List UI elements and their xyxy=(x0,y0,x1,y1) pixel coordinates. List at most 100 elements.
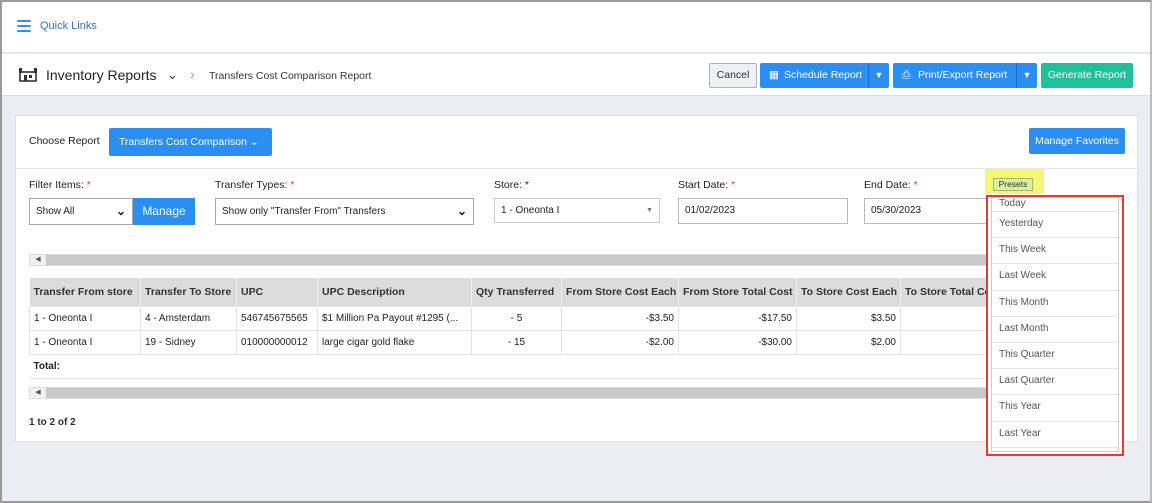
table-cell: -$17.50 xyxy=(678,305,797,331)
required-mark: * xyxy=(731,179,736,191)
pagination-summary: 1 to 2 of 2 xyxy=(29,417,76,428)
quick-links-link[interactable]: Quick Links xyxy=(40,20,97,32)
total-row: Total: xyxy=(29,354,1030,379)
presets-button[interactable]: Presets xyxy=(993,178,1033,191)
horizontal-scrollbar-top[interactable]: ◀ xyxy=(29,254,1029,266)
table-cell: $2.00 xyxy=(796,329,901,355)
preset-this-year[interactable]: This Year xyxy=(992,395,1118,422)
column-header[interactable]: UPC xyxy=(236,278,318,306)
table-header-row: Transfer From store Transfer To Store UP… xyxy=(29,278,1030,306)
table-cell: $3.50 xyxy=(796,305,901,331)
chevron-down-icon: ⌄ xyxy=(249,136,259,148)
end-date-input[interactable]: 05/30/2023 xyxy=(864,198,994,224)
store-select[interactable]: 1 - Oneonta I ▼ xyxy=(494,198,660,223)
print-dropdown-toggle[interactable]: ▼ xyxy=(1016,63,1037,88)
table-cell: 4 - Amsterdam xyxy=(140,305,237,331)
table-row[interactable]: 1 - Oneonta I 19 - Sidney 010000000012 l… xyxy=(29,329,1030,355)
presets-menu: Today Yesterday This Week Last Week This… xyxy=(991,197,1119,452)
schedule-dropdown-toggle[interactable]: ▼ xyxy=(868,63,889,88)
breadcrumb: Transfers Cost Comparison Report xyxy=(209,70,372,82)
filter-items-label-text: Filter Items: xyxy=(29,179,84,191)
app-window: Quick Links Inventory Reports ⌄ › Transf… xyxy=(0,0,1152,503)
table-cell: - 15 xyxy=(471,329,562,355)
cancel-button[interactable]: Cancel xyxy=(709,63,757,88)
top-bar: Quick Links xyxy=(2,2,1150,53)
table-cell: 546745675565 xyxy=(236,305,318,331)
table-cell: 1 - Oneonta I xyxy=(29,329,141,355)
preset-last-quarter[interactable]: Last Quarter xyxy=(992,369,1118,396)
column-header[interactable]: Transfer To Store xyxy=(140,278,237,306)
breadcrumb-chevron-icon: › xyxy=(190,66,195,82)
required-mark: * xyxy=(290,179,295,191)
preset-last-year[interactable]: Last Year xyxy=(992,422,1118,448)
preset-yesterday[interactable]: Yesterday xyxy=(992,212,1118,239)
schedule-report-button[interactable]: ▦ Schedule Report ▼ xyxy=(760,63,889,88)
calendar-icon: ▦ xyxy=(769,69,779,81)
chevron-down-icon: ⌄ xyxy=(456,204,467,218)
filter-items-select[interactable]: Show All ⌄ xyxy=(29,198,133,225)
table-cell: -$30.00 xyxy=(678,329,797,355)
start-date-label-text: Start Date: xyxy=(678,179,729,191)
table-cell: -$3.50 xyxy=(561,305,679,331)
start-date-input[interactable]: 01/02/2023 xyxy=(678,198,848,224)
column-header[interactable]: From Store Cost Each xyxy=(561,278,679,306)
scroll-left-icon[interactable]: ◀ xyxy=(30,388,46,398)
store-value: 1 - Oneonta I xyxy=(501,205,560,216)
end-date-label-text: End Date: xyxy=(864,179,911,191)
preset-this-week[interactable]: This Week xyxy=(992,238,1118,265)
filter-items-label: Filter Items: * xyxy=(29,179,91,191)
results-table: Transfer From store Transfer To Store UP… xyxy=(29,278,1030,379)
preset-today[interactable]: Today xyxy=(992,198,1118,212)
print-icon: ⎙ xyxy=(902,69,911,81)
preset-this-month[interactable]: This Month xyxy=(992,291,1118,317)
page-title[interactable]: Inventory Reports xyxy=(46,67,157,83)
filter-items-value: Show All xyxy=(36,206,75,217)
end-date-label: End Date: * xyxy=(864,179,918,191)
column-header[interactable]: Transfer From store xyxy=(29,278,141,306)
required-mark: * xyxy=(86,179,91,191)
choose-report-value: Transfers Cost Comparison xyxy=(119,136,247,148)
table-cell: 19 - Sidney xyxy=(140,329,237,355)
table-cell: -$2.00 xyxy=(561,329,679,355)
chevron-down-icon: ⌄ xyxy=(115,204,126,218)
schedule-report-label: Schedule Report xyxy=(784,69,863,81)
store-label: Store: * xyxy=(494,179,530,191)
divider xyxy=(16,168,1137,169)
store-icon xyxy=(19,68,37,82)
preset-this-quarter[interactable]: This Quarter xyxy=(992,343,1118,370)
caret-down-icon: ▼ xyxy=(646,207,653,214)
menu-icon[interactable] xyxy=(17,20,31,32)
scroll-left-icon[interactable]: ◀ xyxy=(30,255,46,265)
total-label: Total: xyxy=(29,354,141,379)
choose-report-label: Choose Report xyxy=(29,135,100,147)
required-mark: * xyxy=(913,179,918,191)
chevron-down-icon[interactable]: ⌄ xyxy=(167,67,178,83)
report-card: Choose Report Transfers Cost Comparison … xyxy=(15,115,1138,442)
table-cell: 1 - Oneonta I xyxy=(29,305,141,331)
table-cell: 010000000012 xyxy=(236,329,318,355)
table-cell: large cigar gold flake xyxy=(317,329,472,355)
horizontal-scrollbar-bottom[interactable]: ◀ xyxy=(29,387,1029,399)
transfer-types-label: Transfer Types: * xyxy=(215,179,294,191)
table-cell: - 5 xyxy=(471,305,562,331)
presets-dropdown: Today Yesterday This Week Last Week This… xyxy=(986,195,1124,456)
preset-last-week[interactable]: Last Week xyxy=(992,264,1118,291)
page-header: Inventory Reports ⌄ › Transfers Cost Com… xyxy=(2,54,1150,96)
transfer-types-label-text: Transfer Types: xyxy=(215,179,288,191)
manage-favorites-button[interactable]: Manage Favorites xyxy=(1029,128,1125,154)
preset-last-month[interactable]: Last Month xyxy=(992,317,1118,343)
transfer-types-select[interactable]: Show only "Transfer From" Transfers ⌄ xyxy=(215,198,474,225)
table-row[interactable]: 1 - Oneonta I 4 - Amsterdam 546745675565… xyxy=(29,305,1030,331)
manage-button[interactable]: Manage xyxy=(133,198,195,225)
column-header[interactable]: To Store Cost Each xyxy=(796,278,901,306)
column-header[interactable]: Qty Transferred xyxy=(471,278,562,306)
table-cell: $1 Million Pa Payout #1295 (... xyxy=(317,305,472,331)
print-export-label: Print/Export Report xyxy=(918,69,1008,81)
column-header[interactable]: From Store Total Cost xyxy=(678,278,797,306)
start-date-label: Start Date: * xyxy=(678,179,735,191)
transfer-types-value: Show only "Transfer From" Transfers xyxy=(222,206,386,217)
print-export-button[interactable]: ⎙ Print/Export Report ▼ xyxy=(893,63,1037,88)
generate-report-button[interactable]: Generate Report xyxy=(1041,63,1133,88)
column-header[interactable]: UPC Description xyxy=(317,278,472,306)
choose-report-dropdown[interactable]: Transfers Cost Comparison ⌄ xyxy=(109,128,272,156)
